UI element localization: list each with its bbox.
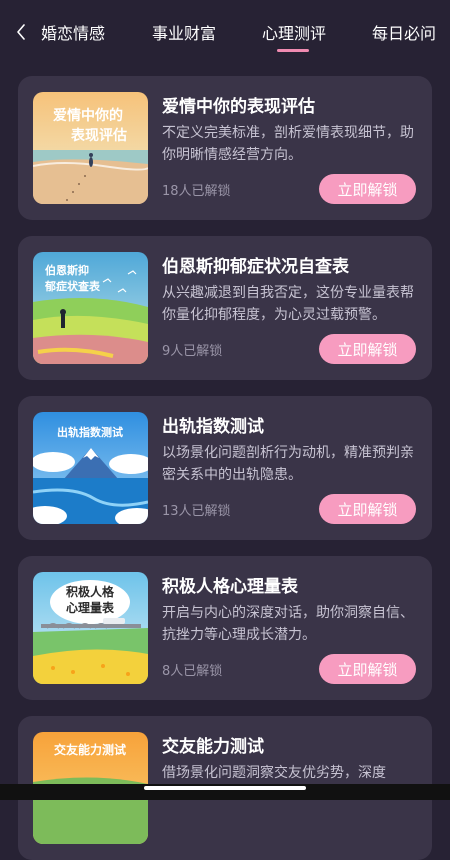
- card-title: 积极人格心理量表: [162, 577, 298, 597]
- tab-psych-test[interactable]: 心理测评: [262, 20, 326, 44]
- tab-daily-ask[interactable]: 每日必问: [372, 20, 436, 44]
- cover-image: 爱情中你的 表现评估: [33, 92, 148, 204]
- test-card-positive-personality[interactable]: 积极人格 心理量表 积极人格心理量表 开启与内心的深度对话，助你洞察自信、抗挫力…: [18, 556, 432, 700]
- back-button[interactable]: [12, 22, 30, 42]
- card-description: 开启与内心的深度对话，助你洞察自信、抗挫力等心理成长潜力。: [162, 605, 414, 643]
- unlock-button[interactable]: 立即解锁: [319, 174, 416, 204]
- unlock-button[interactable]: 立即解锁: [319, 494, 416, 524]
- test-card-love-performance[interactable]: 爱情中你的 表现评估 爱情中你的表现评估 不定义完美标准，剖析爱情表现细节，助你…: [18, 76, 432, 220]
- card-description: 借场景化问题洞察交友优劣势，深度: [162, 765, 386, 781]
- tab-marriage-emotion[interactable]: 婚恋情感: [41, 20, 105, 44]
- home-indicator[interactable]: [144, 786, 306, 790]
- chevron-left-icon: [17, 24, 25, 40]
- cover-text: 出轨指数测试: [57, 425, 123, 439]
- card-description: 从兴趣减退到自我否定，这份专业量表帮你量化抑郁程度，为心灵过载预警。: [162, 285, 414, 323]
- cover-image: 伯恩斯抑 郁症状查表: [33, 252, 148, 364]
- active-tab-indicator: [277, 49, 309, 52]
- unlock-count: 18人已解锁: [162, 184, 231, 199]
- card-title: 伯恩斯抑郁症状况自查表: [162, 257, 349, 277]
- unlock-count: 8人已解锁: [162, 664, 223, 679]
- test-card-infidelity-index[interactable]: 出轨指数测试 出轨指数测试 以场景化问题剖析行为动机，精准预判亲密关系中的出轨隐…: [18, 396, 432, 540]
- unlock-button[interactable]: 立即解锁: [319, 334, 416, 364]
- cover-text-line2: 郁症状查表: [44, 279, 101, 293]
- card-title: 爱情中你的表现评估: [162, 97, 315, 117]
- card-title: 交友能力测试: [162, 737, 264, 757]
- unlock-button[interactable]: 立即解锁: [319, 654, 416, 684]
- cover-text-line2: 表现评估: [70, 127, 127, 144]
- cover-text-line1: 爱情中你的: [53, 107, 123, 124]
- card-description: 以场景化问题剖析行为动机，精准预判亲密关系中的出轨隐患。: [162, 445, 414, 483]
- unlock-count: 13人已解锁: [162, 504, 231, 519]
- card-description: 不定义完美标准，剖析爱情表现细节，助你明晰情感经营方向。: [162, 125, 414, 163]
- tab-career-wealth[interactable]: 事业财富: [152, 20, 216, 44]
- cover-text-line1: 积极人格: [66, 584, 115, 599]
- cover-image: 积极人格 心理量表: [33, 572, 148, 684]
- card-title: 出轨指数测试: [162, 417, 264, 437]
- cover-text-line1: 伯恩斯抑: [45, 263, 89, 277]
- cover-text: 交友能力测试: [54, 742, 126, 757]
- top-nav: 婚恋情感 事业财富 心理测评 每日必问: [0, 0, 450, 62]
- test-card-burns-depression[interactable]: 伯恩斯抑 郁症状查表 伯恩斯抑郁症状况自查表 从兴趣减退到自我否定，这份专业量表…: [18, 236, 432, 380]
- unlock-count: 9人已解锁: [162, 344, 223, 359]
- cover-text-line2: 心理量表: [66, 600, 115, 615]
- cover-image: 出轨指数测试: [33, 412, 148, 524]
